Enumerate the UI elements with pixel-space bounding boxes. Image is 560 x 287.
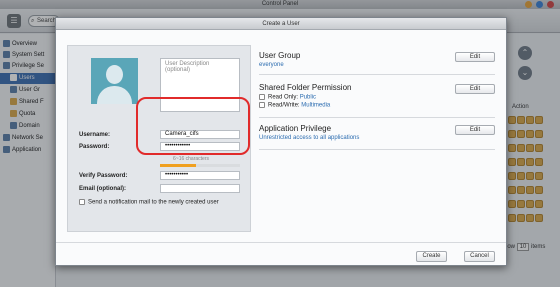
divider	[259, 117, 495, 118]
notify-checkbox[interactable]	[79, 199, 85, 205]
create-user-dialog: Create a User User Description (optional…	[55, 17, 507, 266]
create-button[interactable]: Create	[416, 251, 447, 262]
divider	[259, 74, 495, 75]
application-privilege-section: Application Privilege Unrestricted acces…	[259, 124, 495, 141]
password-hint: 6~16 characters	[173, 156, 209, 162]
email-label: Email (optional):	[79, 186, 126, 192]
read-write-value[interactable]: Multimedia	[301, 102, 330, 108]
read-only-row: Read Only: Public	[259, 94, 495, 101]
verify-password-label: Verify Password:	[79, 173, 128, 179]
dialog-footer-divider	[56, 242, 506, 243]
cancel-button[interactable]: Cancel	[464, 251, 495, 262]
shared-folder-section: Shared Folder Permission Read Only: Publ…	[259, 83, 495, 108]
read-only-label: Read Only:	[268, 94, 299, 101]
verify-password-field[interactable]: •••••••••••	[160, 171, 240, 180]
notify-label: Send a notification mail to the newly cr…	[88, 199, 219, 206]
dialog-title: Create a User	[56, 18, 506, 30]
user-group-section: User Group everyone Edit	[259, 51, 495, 68]
edit-user-group-button[interactable]: Edit	[455, 52, 495, 62]
username-label: Username:	[79, 132, 111, 138]
password-strength-fill	[160, 164, 196, 167]
edit-application-privilege-button[interactable]: Edit	[455, 125, 495, 135]
read-only-checkbox[interactable]	[259, 94, 265, 100]
read-write-row: Read/Write: Multimedia	[259, 101, 495, 109]
read-only-value[interactable]: Public	[300, 95, 316, 101]
divider	[259, 149, 495, 150]
application-privilege-value[interactable]: Unrestricted access to all applications	[259, 135, 495, 141]
edit-shared-folder-button[interactable]: Edit	[455, 84, 495, 94]
password-strength-bar	[160, 164, 240, 167]
read-write-label: Read/Write:	[268, 102, 300, 109]
avatar-head	[106, 65, 123, 84]
avatar	[91, 58, 138, 104]
password-label: Password:	[79, 144, 110, 150]
annotation-highlight	[136, 97, 250, 155]
notify-row[interactable]: Send a notification mail to the newly cr…	[79, 199, 219, 206]
avatar-body	[97, 86, 132, 104]
user-group-value[interactable]: everyone	[259, 62, 495, 68]
email-field[interactable]	[160, 184, 240, 193]
read-write-checkbox[interactable]	[259, 101, 265, 108]
